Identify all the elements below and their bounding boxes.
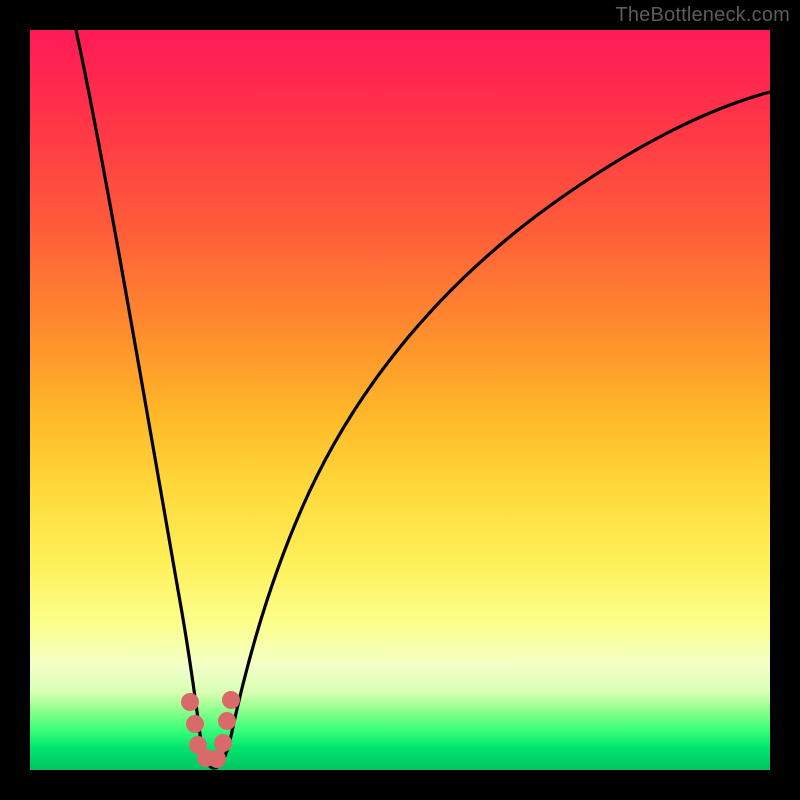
bottleneck-curve: [76, 30, 770, 768]
plot-area: [30, 30, 770, 770]
watermark-text: TheBottleneck.com: [615, 4, 790, 27]
curve-layer: [30, 30, 770, 770]
chart-frame: TheBottleneck.com: [0, 0, 800, 800]
